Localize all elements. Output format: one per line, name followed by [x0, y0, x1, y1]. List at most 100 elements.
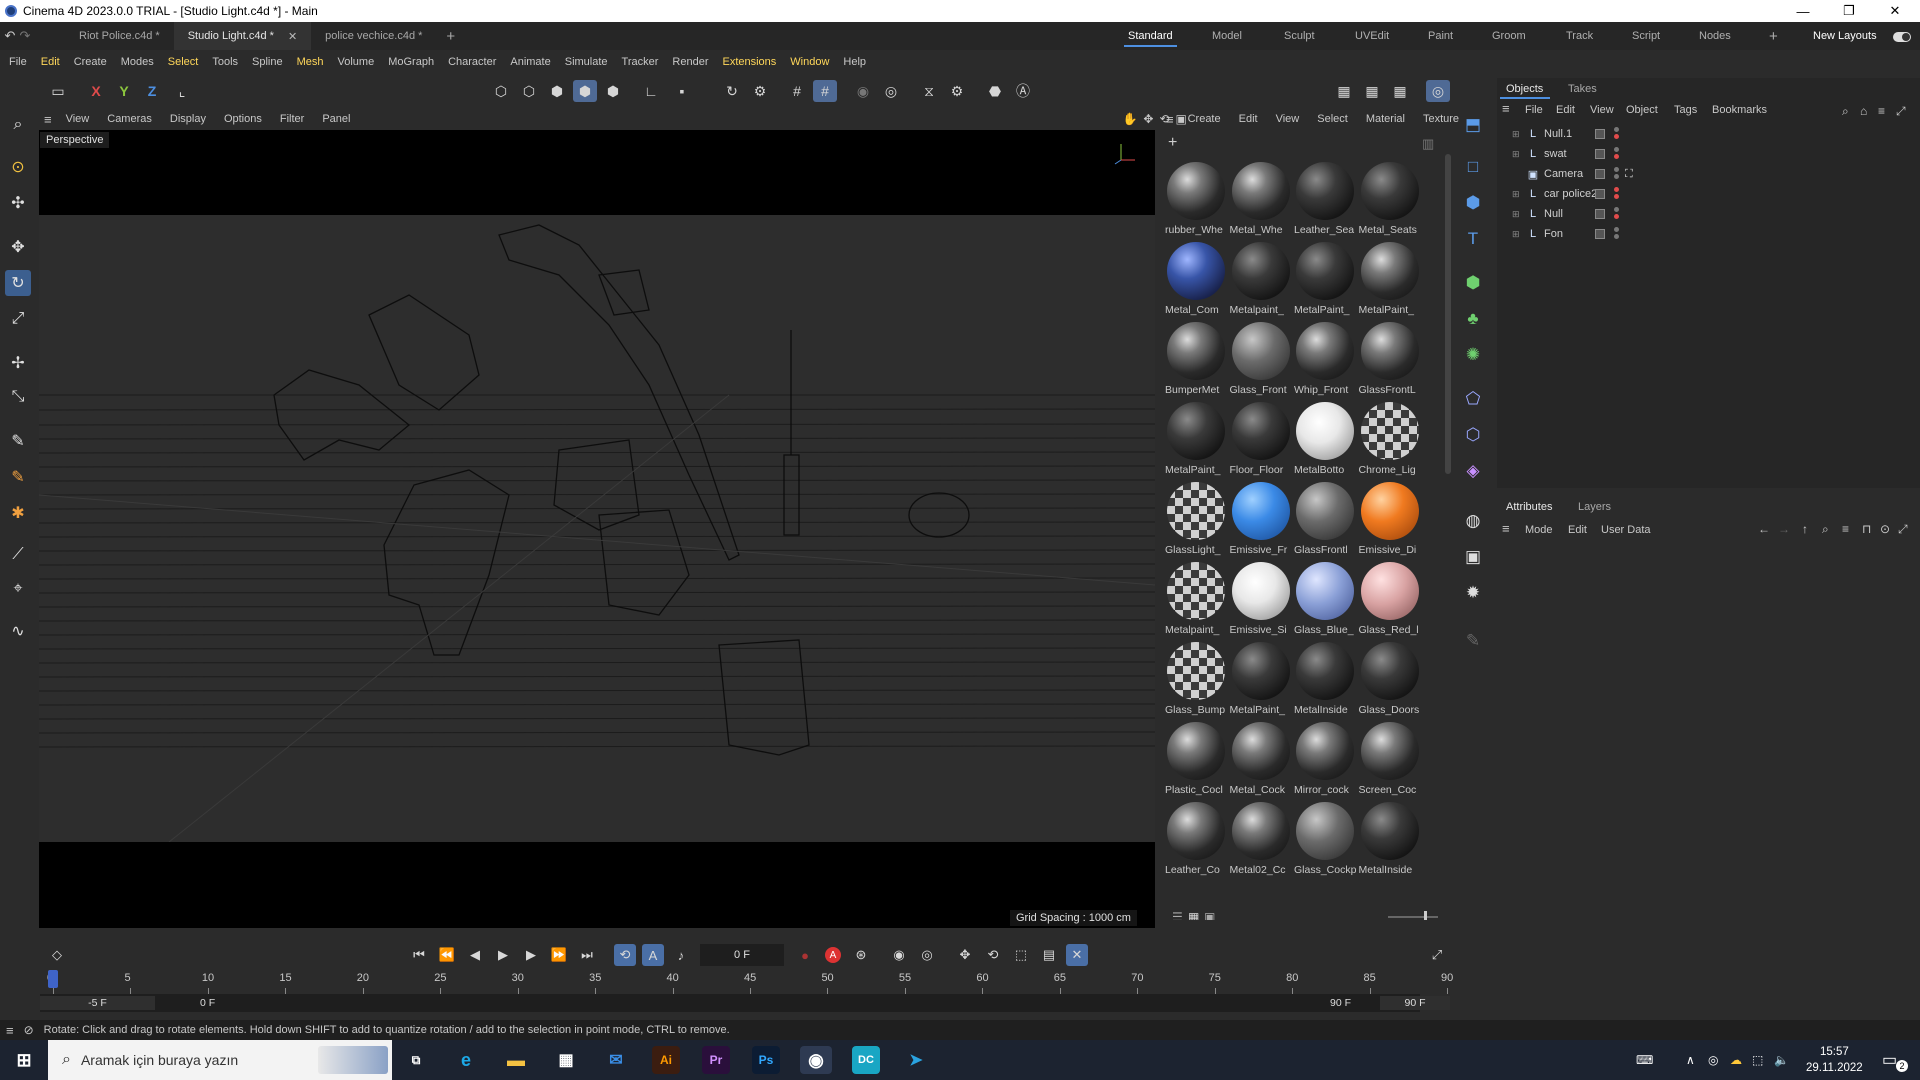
notifications-icon[interactable]: ▭ 2	[1882, 1040, 1908, 1080]
object-row[interactable]: ⊞ L Null	[1512, 204, 1912, 224]
menu-volume[interactable]: Volume	[338, 56, 375, 68]
render-view-icon[interactable]: ▦	[1332, 80, 1356, 102]
visibility-checkbox[interactable]	[1595, 209, 1605, 219]
playhead[interactable]	[48, 970, 58, 988]
attributes-menu-edit[interactable]: Edit	[1568, 524, 1587, 536]
material-swatch[interactable]: MetalPaint_	[1165, 400, 1227, 480]
app-tray-icon[interactable]: ◎	[1708, 1040, 1718, 1080]
protection-tag-icon[interactable]: ⛶	[1625, 168, 1633, 181]
range-end-field[interactable]: 90 F	[1380, 996, 1450, 1010]
viewport-menu-filter[interactable]: Filter	[280, 113, 304, 125]
material-swatch[interactable]: MetalBotto	[1294, 400, 1356, 480]
perspective-viewport[interactable]	[38, 130, 1156, 928]
task-view-icon[interactable]: ⧉	[402, 1046, 430, 1074]
previous-key-icon[interactable]: ⏪	[436, 944, 458, 966]
new-layouts-button[interactable]: New Layouts	[1813, 22, 1877, 50]
points-mode-icon[interactable]: ⬡	[489, 80, 513, 102]
material-swatch[interactable]: MetalPaint_	[1359, 240, 1421, 320]
file-explorer-icon[interactable]: ▬	[502, 1046, 530, 1074]
transform-tool-icon[interactable]: ✢	[5, 350, 31, 376]
store-icon[interactable]: ▦	[552, 1046, 580, 1074]
material-menu-edit[interactable]: Edit	[1239, 113, 1258, 125]
scale-tool-icon[interactable]: ⤢	[5, 306, 31, 332]
menu-character[interactable]: Character	[448, 56, 496, 68]
file-tab-studio-light[interactable]: Studio Light.c4d * ✕	[173, 22, 312, 50]
material-swatch[interactable]: Glass_Front	[1230, 320, 1292, 400]
key-rotation-icon[interactable]: ◎	[916, 944, 938, 966]
large-view-icon[interactable]: ▣	[1204, 910, 1215, 920]
add-layout-button[interactable]: +	[1769, 22, 1778, 50]
menu-help[interactable]: Help	[843, 56, 866, 68]
material-menu-material[interactable]: Material	[1366, 113, 1405, 125]
coordinate-system-icon[interactable]: ▭	[46, 80, 70, 102]
pan-icon[interactable]: ✋	[1122, 112, 1137, 126]
attributes-hamburger-icon[interactable]: ≡	[1502, 521, 1510, 536]
search-attributes-icon[interactable]: ⌕	[1822, 522, 1829, 537]
redo-icon[interactable]: ↷	[15, 22, 35, 50]
paint-brush-icon[interactable]: ✱	[5, 500, 31, 526]
object-row[interactable]: ⊞ L Null.1	[1512, 124, 1912, 144]
filter-attributes-icon[interactable]: ≡	[1842, 522, 1849, 536]
material-swatch[interactable]: Floor_Floor	[1230, 400, 1292, 480]
material-swatch[interactable]: Emissive_Fr	[1230, 480, 1292, 560]
tab-takes[interactable]: Takes	[1568, 83, 1597, 95]
objects-menu-object[interactable]: Object	[1626, 104, 1658, 116]
menu-file[interactable]: File	[9, 56, 27, 68]
material-swatch[interactable]: Mirror_cock	[1294, 720, 1356, 800]
extrude-tool-icon[interactable]: ⤡	[5, 384, 31, 410]
playback-mode-icon[interactable]: A	[642, 944, 664, 966]
enable-axis-icon[interactable]: ↻	[720, 80, 744, 102]
windows-start-icon[interactable]: ⊞	[10, 1046, 38, 1074]
layout-paint[interactable]: Paint	[1428, 22, 1453, 50]
go-to-end-icon[interactable]: ⏭	[576, 944, 598, 966]
search-objects-icon[interactable]: ⌕	[1842, 104, 1849, 119]
material-hamburger-icon[interactable]: ≡	[1166, 112, 1174, 127]
visibility-dots[interactable]	[1614, 187, 1619, 201]
text-spline-icon[interactable]: T	[1460, 226, 1486, 252]
camera-tool-icon[interactable]: ▣	[1460, 544, 1486, 570]
material-swatch[interactable]: Metal_Com	[1165, 240, 1227, 320]
material-menu-select[interactable]: Select	[1317, 113, 1348, 125]
edge-browser-icon[interactable]: e	[452, 1046, 480, 1074]
material-swatch[interactable]: Metal02_Cc	[1230, 800, 1292, 880]
filter-icon[interactable]: ≡	[1878, 104, 1885, 118]
attributes-menu-mode[interactable]: Mode	[1525, 524, 1553, 536]
selection-tool-icon[interactable]: ⊙	[5, 154, 31, 180]
tab-layers[interactable]: Layers	[1578, 501, 1611, 513]
close-window-button[interactable]: ✕	[1872, 0, 1918, 22]
visibility-dots[interactable]	[1614, 227, 1619, 241]
axis-x-toggle[interactable]: X	[84, 80, 108, 102]
material-menu-create[interactable]: Create	[1188, 113, 1221, 125]
render-queue-icon[interactable]: ▦	[1388, 80, 1412, 102]
menu-window[interactable]: Window	[790, 56, 829, 68]
visibility-dots[interactable]	[1614, 127, 1619, 141]
visibility-checkbox[interactable]	[1595, 169, 1605, 179]
previous-frame-icon[interactable]: ◀	[464, 944, 486, 966]
menu-simulate[interactable]: Simulate	[565, 56, 608, 68]
expand-icon[interactable]: ⊞	[1512, 129, 1522, 140]
visibility-dots[interactable]	[1614, 167, 1619, 181]
object-row[interactable]: ⊞ L Fon	[1512, 224, 1912, 244]
network-icon[interactable]: ⬚	[1752, 1040, 1763, 1080]
keyframe-icon[interactable]: ◇	[46, 944, 68, 966]
layout-script[interactable]: Script	[1632, 22, 1660, 50]
material-swatch[interactable]: MetalInside	[1294, 640, 1356, 720]
viewport-hamburger-icon[interactable]: ≡	[44, 112, 52, 127]
loop-icon[interactable]: ⟲	[614, 944, 636, 966]
material-swatch[interactable]: Glass_Cockp	[1294, 800, 1356, 880]
material-swatch[interactable]: Glass_Doors	[1359, 640, 1421, 720]
object-manager-icon[interactable]: ⬒	[1460, 112, 1486, 138]
timeline-window-icon[interactable]: ⤢	[1426, 944, 1448, 966]
material-swatch[interactable]: Leather_Co	[1165, 800, 1227, 880]
settings-icon[interactable]: ⊙	[1880, 522, 1890, 536]
cube-icon[interactable]: □	[1460, 154, 1486, 180]
spline-pen-icon[interactable]: ✎	[5, 428, 31, 454]
menu-create[interactable]: Create	[74, 56, 107, 68]
expand-icon[interactable]: ⊞	[1512, 209, 1522, 220]
solo-icon[interactable]: ▪	[670, 80, 694, 102]
material-swatch[interactable]: GlassFrontL	[1359, 320, 1421, 400]
material-swatch[interactable]: GlassLight_	[1165, 480, 1227, 560]
attributes-menu-user-data[interactable]: User Data	[1601, 524, 1651, 536]
illustrator-icon[interactable]: Ai	[652, 1046, 680, 1074]
show-hidden-icons-icon[interactable]: ∧	[1686, 1040, 1695, 1080]
